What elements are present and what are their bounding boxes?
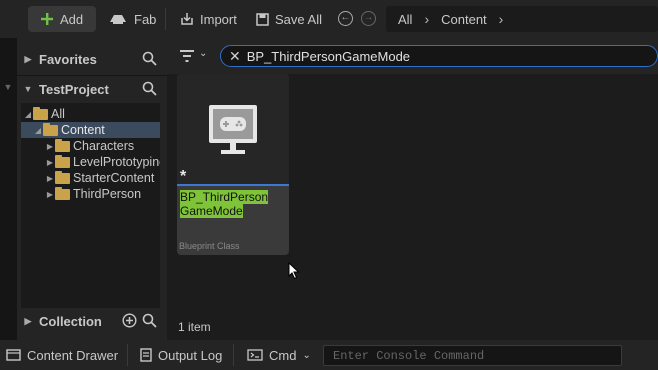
chevron-down-icon: ⌄ — [302, 349, 311, 361]
breadcrumb-content[interactable]: Content — [441, 12, 487, 27]
status-divider — [233, 344, 234, 366]
tree-item-label: LevelPrototyping — [73, 155, 160, 169]
save-all-label: Save All — [275, 11, 322, 27]
output-log-button[interactable]: Output Log — [140, 340, 222, 370]
search-icon[interactable] — [142, 81, 157, 96]
tree-item-label: Characters — [73, 139, 135, 153]
collapse-arrow-icon: ◢ — [24, 109, 32, 119]
folder-icon — [55, 154, 70, 168]
asset-view: ⌄ ✕ BP_ThirdPersonGameMode * BP_ThirdPer… — [167, 38, 658, 340]
tree-item-characters[interactable]: ▶ Characters — [21, 138, 160, 154]
breadcrumb-all[interactable]: All — [398, 12, 412, 27]
mouse-cursor-icon — [288, 262, 300, 280]
tree-item-label: All — [51, 107, 65, 121]
content-browser-toolbar: Add Fab Import Save All ← → All › Conten… — [0, 0, 658, 38]
cmd-label: Cmd — [269, 347, 297, 363]
asset-thumbnail: * — [177, 74, 289, 185]
asset-type-label: Blueprint Class — [179, 241, 240, 251]
add-collection-icon[interactable] — [122, 313, 137, 328]
folder-icon — [55, 186, 70, 200]
forward-arrow-icon[interactable]: → — [361, 11, 376, 26]
asset-name-line2: GameMode — [180, 204, 243, 218]
folder-open-icon — [33, 106, 48, 120]
clear-search-icon[interactable]: ✕ — [229, 48, 241, 65]
search-field[interactable]: ✕ BP_ThirdPersonGameMode — [220, 45, 658, 67]
back-arrow-icon[interactable]: ← — [338, 11, 353, 26]
terminal-icon — [247, 349, 263, 361]
output-log-icon — [140, 348, 152, 362]
tree-item-thirdperson[interactable]: ▶ ThirdPerson — [21, 186, 160, 202]
toolbar-divider — [165, 8, 166, 30]
tree-item-label: ThirdPerson — [73, 187, 142, 201]
asset-name-line1: BP_ThirdPerson — [180, 190, 269, 204]
tree-item-all[interactable]: ◢ All — [21, 106, 160, 122]
tree-item-label: StarterContent — [73, 171, 155, 185]
expand-arrow-icon: ▶ — [46, 189, 54, 199]
filter-icon[interactable] — [180, 50, 194, 62]
collection-label: Collection — [39, 313, 102, 329]
fab-icon — [110, 15, 126, 24]
dropdown-arrow-icon: ▼ — [3, 82, 13, 92]
output-log-label: Output Log — [158, 347, 223, 363]
favorites-section-header[interactable]: ▶ Favorites — [17, 45, 167, 73]
expand-arrow-icon: ▶ — [46, 141, 54, 151]
cmd-dropdown[interactable]: Cmd ⌄ — [247, 340, 311, 370]
folder-icon — [55, 170, 70, 184]
expand-arrow-icon: ▶ — [46, 173, 54, 183]
search-icon[interactable] — [142, 51, 157, 66]
project-label: TestProject — [39, 81, 109, 97]
expand-arrow-icon: ▶ — [24, 315, 32, 326]
search-icon[interactable] — [142, 313, 157, 328]
tree-item-startercontent[interactable]: ▶ StarterContent — [21, 170, 160, 186]
add-button[interactable]: Add — [28, 6, 96, 32]
status-divider — [127, 344, 128, 366]
expand-arrow-icon: ▶ — [46, 157, 54, 167]
asset-tile[interactable]: * BP_ThirdPerson GameMode Blueprint Clas… — [177, 74, 289, 255]
chevron-right-icon[interactable]: › — [499, 11, 504, 27]
import-button[interactable]: Import — [180, 6, 237, 32]
chevron-right-icon[interactable]: › — [424, 11, 429, 27]
content-drawer-label: Content Drawer — [27, 347, 119, 363]
fab-label: Fab — [134, 11, 157, 27]
collection-section-header[interactable]: ▶ Collection — [17, 307, 167, 335]
folder-open-icon — [43, 122, 58, 136]
plus-icon — [41, 13, 53, 25]
filter-bar: ⌄ ✕ BP_ThirdPersonGameMode — [167, 38, 658, 74]
collapse-arrow-icon: ◢ — [34, 125, 42, 135]
project-section-header[interactable]: ▼ TestProject — [17, 75, 167, 103]
import-icon — [181, 13, 193, 25]
content-drawer-button[interactable]: Content Drawer — [6, 340, 118, 370]
console-command-input[interactable] — [323, 345, 622, 366]
expand-arrow-icon: ▶ — [24, 53, 32, 64]
fab-button[interactable]: Fab — [108, 6, 156, 32]
folder-tree: ◢ All ◢ Content ▶ Characters ▶ LevelProt… — [21, 103, 160, 308]
gamepad-monitor-icon — [209, 105, 257, 154]
status-bar: Content Drawer Output Log Cmd ⌄ — [0, 340, 658, 370]
collapse-arrow-icon: ▼ — [23, 84, 33, 94]
sources-panel: ▶ Favorites ▼ TestProject ◢ All ◢ Conten… — [17, 38, 167, 340]
save-all-button[interactable]: Save All — [256, 6, 322, 32]
asset-name-label[interactable]: BP_ThirdPerson GameMode — [180, 190, 286, 218]
breadcrumb: All › Content › — [386, 6, 658, 32]
favorites-label: Favorites — [39, 51, 97, 67]
asset-type-color-bar — [177, 184, 289, 186]
tree-item-label: Content — [61, 123, 105, 137]
add-label: Add — [60, 11, 84, 27]
folder-icon — [55, 138, 70, 152]
chevron-down-icon[interactable]: ⌄ — [199, 48, 207, 59]
item-count-label: 1 item — [178, 320, 211, 334]
tree-item-content[interactable]: ◢ Content — [21, 122, 160, 138]
import-label: Import — [200, 11, 237, 27]
content-drawer-icon — [6, 349, 21, 361]
tree-item-levelprototyping[interactable]: ▶ LevelPrototyping — [21, 154, 160, 170]
save-icon — [256, 12, 269, 26]
search-input-value: BP_ThirdPersonGameMode — [246, 48, 411, 64]
